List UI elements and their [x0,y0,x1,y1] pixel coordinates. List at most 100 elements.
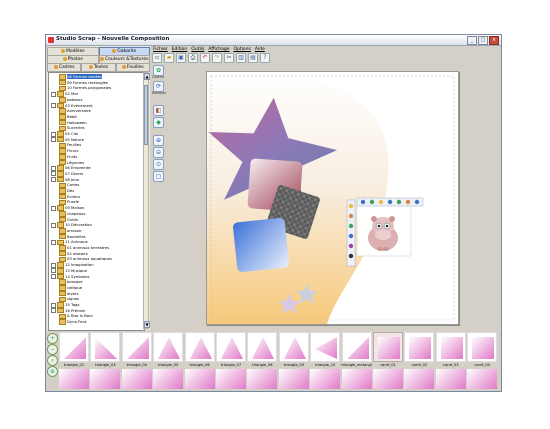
category-tree[interactable]: 08 Formes carrées 09 Formes rectangles 10 … [48,72,145,331]
tree-item[interactable]: 09 Maison [51,205,84,211]
tree-item[interactable]: celtique [59,285,82,291]
composition-canvas[interactable] [207,72,458,324]
redo-icon[interactable]: ↷ [212,53,222,63]
tree-item[interactable]: 07 Divers [51,171,83,177]
scroll-up-icon[interactable]: ▲ [144,73,150,80]
zoom-in-icon[interactable]: ⊕ [153,135,164,146]
tree-item[interactable]: 02 Mer [51,91,78,97]
tree-item[interactable]: A Star Is Born [59,313,93,320]
tree-item[interactable]: 15 Tags [51,302,79,308]
minimize-button[interactable]: _ [467,36,477,45]
menu-options[interactable]: Options [233,46,250,53]
tree-item[interactable]: 01 animaux terrestres [59,245,109,251]
thumbnail-item-row2[interactable] [373,369,403,389]
tree-item[interactable]: Cartes [59,182,79,189]
thumbnail-item-row2[interactable] [153,369,184,389]
thumbnail-item-row2[interactable] [435,369,466,389]
tab-feuilles[interactable]: Feuilles [115,63,150,72]
cut-icon[interactable]: ✂ [224,53,234,63]
thumbnail-item[interactable] [373,332,403,362]
tree-item[interactable]: 03 animaux aquatiques [59,256,112,263]
save-icon[interactable]: ▣ [176,53,186,63]
expand-icon[interactable] [51,91,56,97]
tree-item[interactable]: divers [59,291,79,297]
tree-item[interactable]: 12 Imagination [51,262,94,268]
tree-item[interactable]: bateaux [59,97,83,103]
layout-icon[interactable]: ▥ [236,53,246,63]
thumbnail-item[interactable] [184,332,215,362]
menu-edition[interactable]: Edition [172,46,188,53]
tree-item[interactable]: Fleurs [59,148,79,154]
tree-item[interactable]: Sucreries [59,125,85,132]
tree-item[interactable]: Echecs [59,194,80,200]
thumbnail-item-row2[interactable] [90,369,121,389]
menu-outils[interactable]: Outils [191,46,204,53]
thumbnail-item-row2[interactable] [247,369,278,389]
thumbnail-item[interactable] [341,332,372,362]
thumbnail-item-row2[interactable] [59,369,89,389]
tree-item[interactable]: 03 Evénement [51,103,93,109]
expand-icon[interactable] [51,205,56,211]
tree-item[interactable]: 10 Décoration [51,222,92,228]
close-button[interactable]: × [489,36,499,45]
expand-icon[interactable] [51,177,56,183]
tree-item[interactable]: 14 Symboles [51,274,90,280]
thumbnail-item[interactable] [59,332,89,362]
tree-item[interactable]: 13 Musique [51,268,87,274]
zoom-icon[interactable]: ⊕ [47,366,58,377]
tab-cadres[interactable]: Cadres [47,63,82,72]
maximize-button[interactable]: □ [478,36,488,45]
tree-item[interactable]: Bébé [59,114,77,120]
menu-aide[interactable]: Aide [255,46,265,53]
tree-item[interactable]: Bouteilles [59,234,86,240]
thumbnail-item[interactable] [247,332,278,362]
thumbnail-item-row2[interactable] [216,369,246,389]
thumbnail-item[interactable] [310,332,341,362]
tree-item[interactable]: Légumes [59,160,84,166]
tree-item[interactable]: Puzzle [59,199,79,206]
thumbnail-item-row2[interactable] [278,369,309,389]
print-icon[interactable]: ⎙ [188,53,198,63]
scroll-down-icon[interactable]: ▼ [144,321,150,328]
tree-item[interactable]: Dyna Font [59,319,86,325]
thumbnail-item-row2[interactable] [184,369,215,389]
composition-page[interactable] [206,71,459,325]
thumbnail-item-row2[interactable] [121,369,152,389]
new-icon[interactable]: ▫ [152,53,162,63]
scroll-thumb[interactable] [144,85,148,145]
expand-icon[interactable] [51,239,56,245]
tree-item[interactable]: 04 Ciel [51,131,78,137]
thumbnail-item[interactable] [153,332,184,362]
expand-icon[interactable] [51,222,56,228]
thumbnail-item[interactable] [278,332,309,362]
tree-item[interactable]: Anniversaire [59,108,91,114]
thumbnail-item[interactable] [467,332,498,362]
tree-item[interactable]: 16 Prénom [51,308,86,314]
adjust-icon[interactable]: ◧ [153,105,164,116]
thumbnail-item-row2[interactable] [404,369,435,389]
expand-icon[interactable] [51,103,56,108]
color-icon[interactable]: ◆ [153,117,164,128]
thumbnail-item[interactable] [404,332,435,362]
expand-icon[interactable] [51,137,56,143]
tree-item[interactable]: 06 Empreinte [51,165,91,171]
tree-item[interactable]: 10 Formes polygonales [59,85,111,92]
add-icon[interactable]: + [47,333,58,344]
tree-item[interactable]: 05 Nature [51,137,84,143]
thumbnail-item-row2[interactable] [310,369,341,389]
tree-item[interactable]: baroque [59,279,83,285]
zoom-fit-icon[interactable]: ⊙ [153,159,164,170]
thumbnail-item-row2[interactable] [467,369,498,389]
thumbnail-item[interactable] [435,332,466,362]
tree-item[interactable]: chapeaux [59,211,86,217]
thumbnail-item[interactable] [216,332,246,362]
undo-icon[interactable]: ↶ [200,53,210,63]
remove-icon[interactable]: − [47,344,58,355]
fullscreen-icon[interactable]: ▢ [153,171,164,182]
tree-item[interactable]: 09 Formes rectangles [59,80,108,86]
menu-affichage[interactable]: Affichage [208,46,229,53]
tree-item[interactable]: signes [59,296,79,303]
expand-icon[interactable] [51,308,56,314]
tree-item[interactable]: arrosoir [59,228,82,234]
tree-item[interactable]: 08 Jeux [51,177,79,183]
